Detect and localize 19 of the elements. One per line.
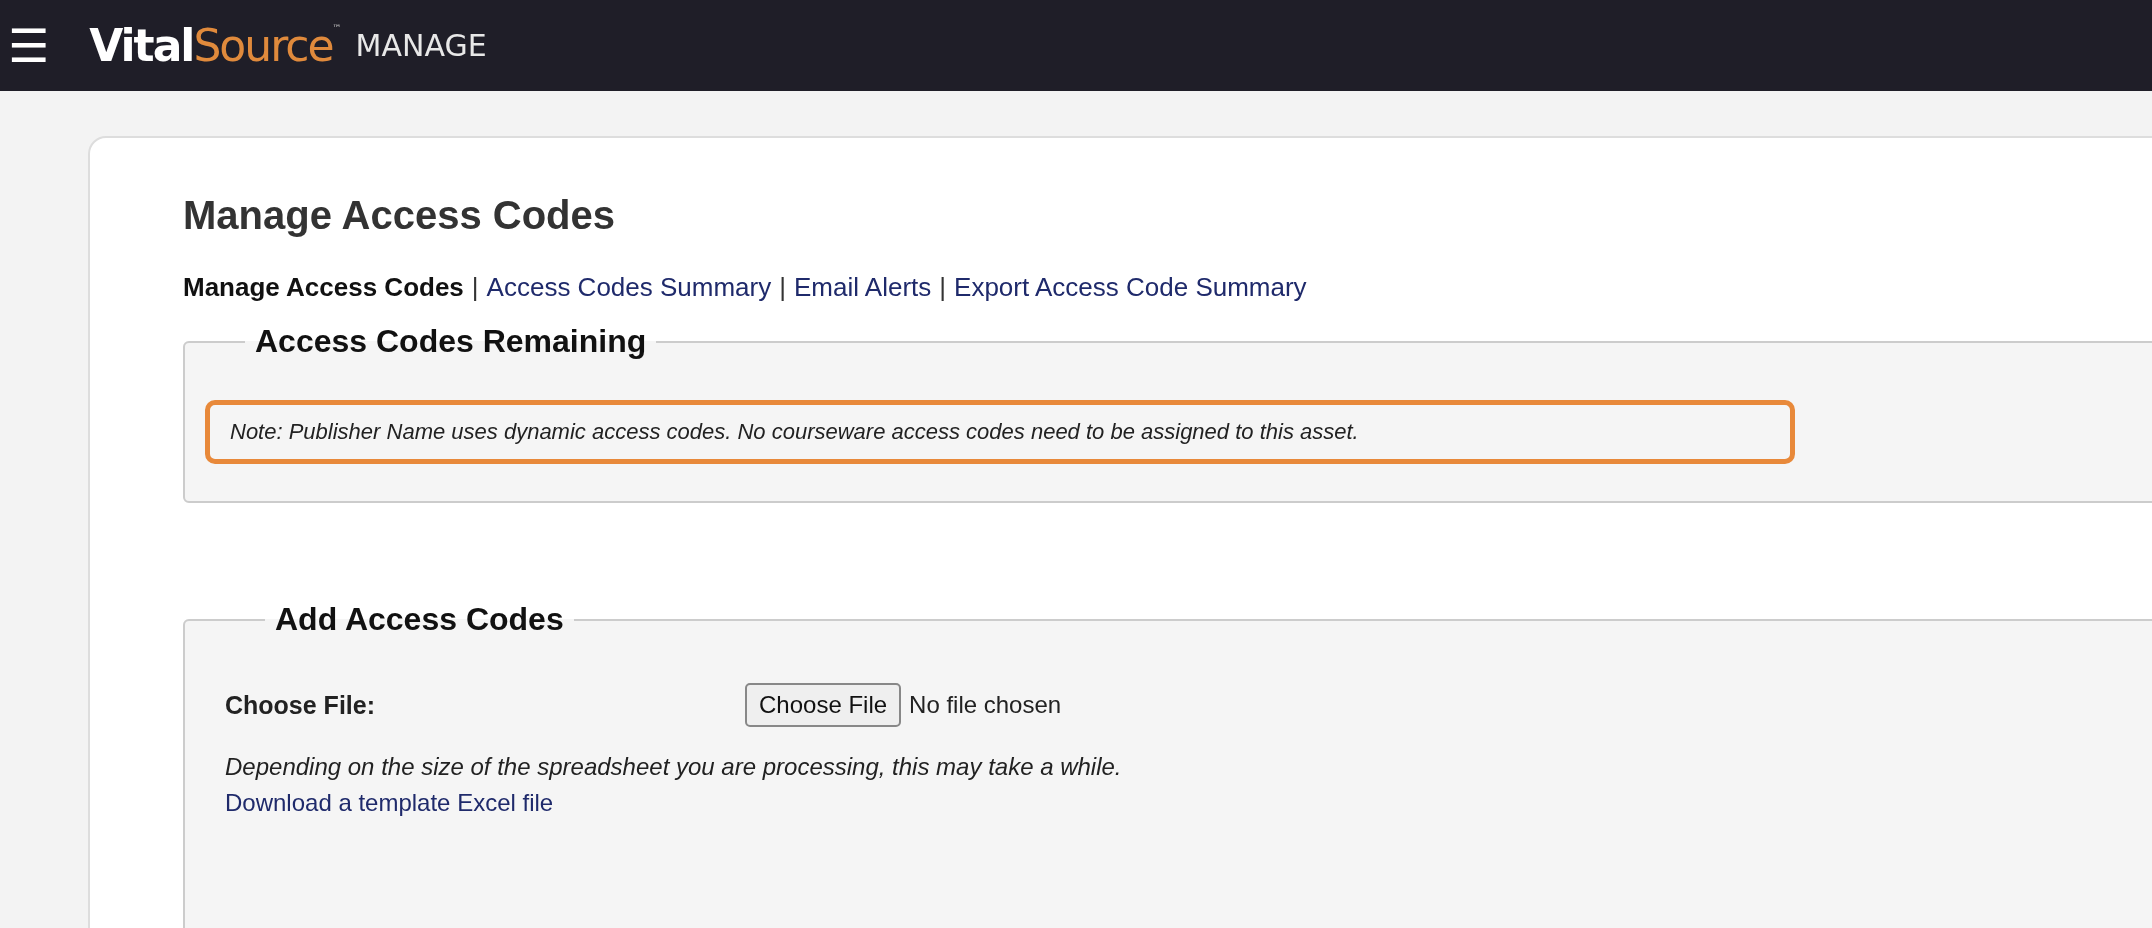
brand-logo: VitalSource$^{™}$ [89,23,342,68]
choose-file-button[interactable]: Choose File [745,683,902,727]
menu-icon[interactable]: ☰ [8,22,50,69]
file-status: No file chosen [909,691,1062,719]
hint-text: Depending on the size of the spreadsheet you are processing, this may take a while. [225,753,1123,781]
app-name: MANAGE [355,28,487,63]
file-label: Choose File: [225,690,376,720]
nav-separator: | [779,272,786,303]
nav-separator: | [471,272,479,303]
template-link[interactable]: Download a template Excel file [225,789,554,817]
nav-link[interactable]: Export Access Code Summary [954,272,1307,303]
section-legend: Add Access Codes [265,601,574,638]
nav-separator: | [939,272,947,303]
nav-link[interactable]: Manage Access Codes [183,272,464,303]
nav-link[interactable]: Email Alerts [794,272,932,303]
page-title: Manage Access Codes [183,193,617,238]
section-legend: Access Codes Remaining [245,323,657,360]
nav-link[interactable]: Access Codes Summary [486,272,772,303]
note-text: Note: Publisher Name uses dynamic access codes. No courseware access codes need to be assigned to this asset. [205,400,1795,464]
